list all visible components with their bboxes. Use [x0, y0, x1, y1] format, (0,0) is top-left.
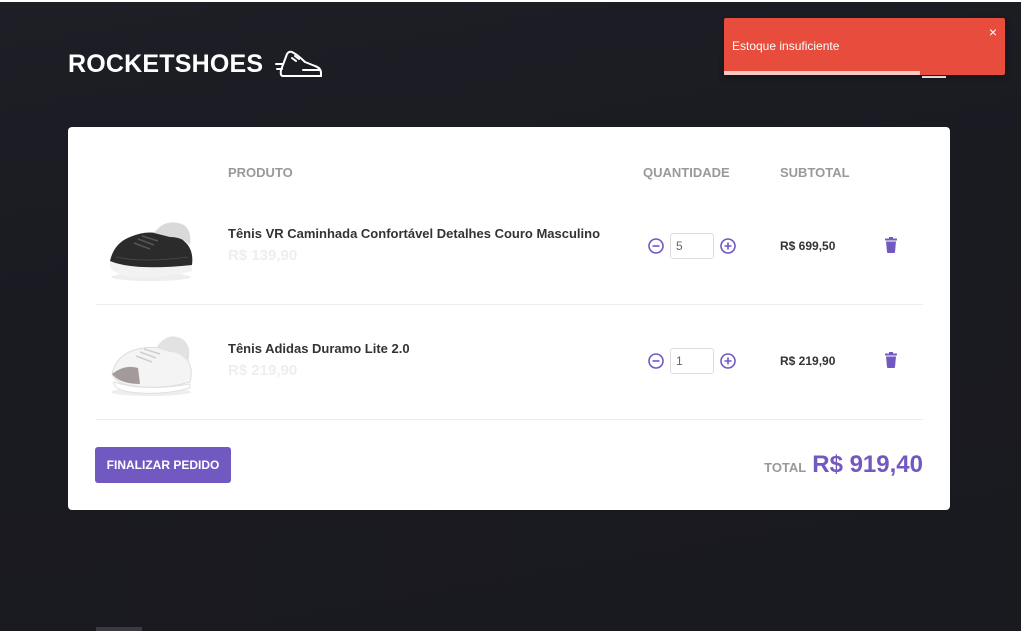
trash-icon[interactable] [884, 352, 898, 368]
header-product: PRODUTO [228, 165, 293, 180]
logo-text: ROCKETSHOES [68, 49, 264, 78]
order-total: TOTAL R$ 919,40 [764, 451, 923, 479]
finish-order-button[interactable]: FINALIZAR PEDIDO [95, 447, 231, 483]
decrement-icon[interactable] [648, 238, 664, 254]
quantity-input[interactable] [670, 233, 714, 259]
product-title: Tênis VR Caminhada Confortável Detalhes … [228, 226, 601, 241]
decrement-icon[interactable] [648, 353, 664, 369]
item-subtotal: R$ 699,50 [780, 239, 836, 253]
header-subtotal: SUBTOTAL [780, 165, 850, 180]
quantity-stepper [648, 348, 736, 374]
scroll-indicator [96, 627, 142, 631]
toast-progress-bar [724, 71, 920, 75]
product-price: R$ 139,90 [228, 247, 298, 264]
white-sneaker-image [111, 336, 192, 396]
cart-container: PRODUTO QUANTIDADE SUBTOTAL Tênis VR Cam… [68, 127, 950, 510]
running-shoe-icon [275, 46, 323, 82]
page: ROCKETSHOES Estoque insuficiente × PRODU… [0, 0, 1021, 631]
increment-icon[interactable] [720, 353, 736, 369]
close-icon[interactable]: × [989, 24, 997, 40]
black-sneaker-image [110, 222, 193, 281]
increment-icon[interactable] [720, 238, 736, 254]
total-value: R$ 919,40 [812, 451, 923, 478]
table-row: Tênis Adidas Duramo Lite 2.0 R$ 219,90 R… [96, 304, 923, 420]
table-row: Tênis VR Caminhada Confortável Detalhes … [96, 189, 923, 305]
header-quantity: QUANTIDADE [643, 165, 730, 180]
item-subtotal: R$ 219,90 [780, 354, 836, 368]
logo-link[interactable]: ROCKETSHOES [68, 46, 323, 82]
quantity-input[interactable] [670, 348, 714, 374]
top-border [0, 0, 1021, 2]
total-label: TOTAL [764, 460, 807, 475]
error-toast: Estoque insuficiente × [724, 18, 1005, 75]
product-price: R$ 219,90 [228, 362, 298, 379]
quantity-stepper [648, 233, 736, 259]
product-title: Tênis Adidas Duramo Lite 2.0 [228, 341, 410, 356]
toast-message: Estoque insuficiente [732, 39, 840, 53]
trash-icon[interactable] [884, 237, 898, 253]
